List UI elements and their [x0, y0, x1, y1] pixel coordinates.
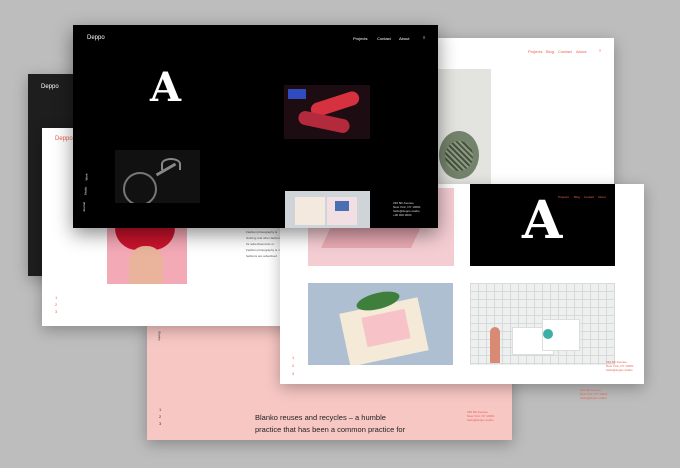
- hero-address-4: +00 000 0000: [393, 213, 412, 217]
- fashion-text-2: clothing and other fashion: [246, 236, 281, 240]
- black-logo-tile: A Projects Blog Contact About: [470, 184, 615, 266]
- hero-nav-about[interactable]: About: [399, 36, 409, 41]
- hero-page-card: Deppo Projects Contact About ≡ A Work St…: [73, 25, 438, 228]
- bicycle-photo: [115, 150, 200, 203]
- pink-side-label: Blanko: [157, 331, 162, 341]
- pink-heading-line2: practice that has been a common practice…: [255, 425, 406, 434]
- pink-pager-3[interactable]: 3: [159, 422, 161, 426]
- fashion-text-3: for advertisements or: [246, 242, 275, 246]
- white-pager-3[interactable]: 3: [55, 310, 57, 314]
- gallery-pager-1[interactable]: 1: [292, 356, 294, 360]
- grey-product-photo: [437, 69, 491, 188]
- white-pager-1[interactable]: 1: [55, 296, 57, 300]
- grid-boxes-photo: [470, 283, 615, 365]
- projects-nav-blog[interactable]: Blog: [546, 49, 554, 54]
- fashion-text-4: Fashion photography is most: [246, 248, 285, 252]
- projects-menu-icon[interactable]: ≡: [599, 48, 601, 53]
- far-address-3[interactable]: hello@deppo.studio: [580, 396, 607, 400]
- hero-logo-letter: A: [150, 64, 182, 111]
- tile-nav-contact[interactable]: Contact: [584, 195, 594, 199]
- pink-pager-2[interactable]: 2: [159, 415, 161, 419]
- magazine-photo: [285, 191, 370, 228]
- red-hands-photo: [284, 85, 370, 139]
- white-pager-2[interactable]: 2: [55, 303, 57, 307]
- tile-nav-about[interactable]: About: [598, 195, 606, 199]
- red-sweater-photo: [107, 220, 187, 284]
- gallery-address-3[interactable]: hello@deppo.studio: [606, 368, 633, 372]
- gallery-pager-2[interactable]: 2: [292, 364, 294, 368]
- projects-page-card: Projects Blog Contact About ≡: [437, 38, 614, 188]
- fashion-text-1: Fashion photography is: [246, 230, 278, 234]
- leaf-book-photo: [308, 283, 453, 365]
- tile-logo-letter: A: [522, 190, 563, 251]
- fashion-text-5: fashions are advertised: [246, 254, 278, 258]
- hero-menu-icon[interactable]: ≡: [423, 35, 425, 40]
- tile-nav-projects[interactable]: Projects: [558, 195, 569, 199]
- hero-nav-projects[interactable]: Projects: [353, 36, 367, 41]
- side-menu-journal[interactable]: Journal: [82, 202, 86, 212]
- tile-nav-blog[interactable]: Blog: [574, 195, 580, 199]
- gallery-pager-3[interactable]: 3: [292, 372, 294, 376]
- hero-nav-contact[interactable]: Contact: [377, 36, 391, 41]
- side-menu-studio[interactable]: Studio: [83, 187, 87, 196]
- projects-nav-about[interactable]: About: [576, 49, 586, 54]
- hero-brand[interactable]: Deppo: [87, 35, 105, 41]
- side-menu-work[interactable]: Work: [84, 174, 88, 181]
- dark-card-brand[interactable]: Deppo: [41, 84, 59, 90]
- pink-heading-line1: Blanko reuses and recycles – a humble: [255, 413, 386, 422]
- pink-address-3[interactable]: hello@deppo.studio: [467, 418, 494, 422]
- pink-pager-1[interactable]: 1: [159, 408, 161, 412]
- projects-nav-projects[interactable]: Projects: [528, 49, 542, 54]
- white-card-brand[interactable]: Deppo: [55, 136, 73, 142]
- projects-nav-contact[interactable]: Contact: [558, 49, 572, 54]
